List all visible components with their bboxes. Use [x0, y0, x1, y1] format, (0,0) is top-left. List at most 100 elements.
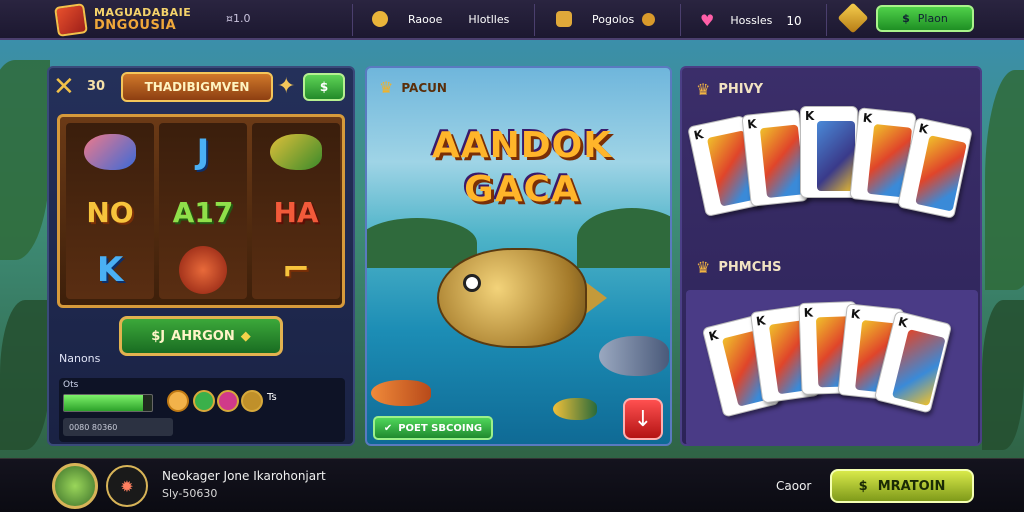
- divider: [826, 4, 827, 36]
- player-name: Neokager Jone Ikarohonjart: [162, 469, 326, 483]
- green-fish-icon: [270, 134, 322, 170]
- spin-prefix: $J: [151, 328, 166, 344]
- card-rank: K: [862, 110, 873, 126]
- trophy-icon: ♛: [696, 258, 711, 277]
- small-fish[interactable]: [553, 398, 597, 420]
- slot-symbol: K: [96, 250, 124, 290]
- play-button[interactable]: $ Plaon: [876, 5, 974, 32]
- fishing-header-label: PACUN: [401, 80, 447, 95]
- jungle-leaf-right: [985, 70, 1024, 290]
- play-button-label: Plaon: [917, 12, 948, 25]
- coin-icon-dollar[interactable]: [217, 390, 239, 412]
- balance-small: ¤1.0: [226, 12, 251, 25]
- card-rank: K: [850, 306, 861, 322]
- globe-avatar-icon[interactable]: [52, 463, 98, 509]
- coin-icon-gold[interactable]: [241, 390, 263, 412]
- trophy-icon: [556, 11, 572, 27]
- bonus-box: Ots Ts 0080 80360: [59, 378, 345, 442]
- slot-counter: 30: [87, 79, 106, 94]
- playing-card[interactable]: K: [800, 106, 858, 198]
- playing-card[interactable]: K: [741, 109, 809, 207]
- card-art: [915, 135, 967, 212]
- slot-symbol: ⌐: [281, 250, 311, 290]
- trophy-icon: ♛: [696, 80, 711, 99]
- jungle-leaf-bottom-left: [0, 300, 50, 450]
- menu-item-1-label: Raooe: [408, 12, 443, 26]
- slot-symbol: [252, 123, 340, 181]
- menu-item-2-label: Pogolos: [592, 12, 635, 26]
- trophy-icon: ♛: [379, 78, 394, 97]
- fishing-header: ♛ PACUN: [379, 78, 447, 97]
- slot-title-banner: THADIBIGMVEN: [121, 72, 273, 102]
- menu-item-2[interactable]: Pogolos: [556, 11, 656, 27]
- small-fish[interactable]: [371, 380, 431, 406]
- fishing-title: AANDOK GACA: [407, 124, 637, 212]
- game-logo-text: MAGUADABAIE DNGOUSIA: [94, 6, 191, 32]
- slot-reels: NO K J A17 HA ⌐: [57, 114, 345, 308]
- main-action-label: MRATOIN: [877, 478, 946, 494]
- logo-line-2: DNGOUSIA: [94, 18, 177, 33]
- red-fish-icon: [179, 246, 227, 294]
- fishing-title-line-1: AANDOK: [431, 125, 613, 166]
- slot-buy-button[interactable]: $: [303, 73, 345, 101]
- game-logo-icon: [54, 3, 88, 37]
- menu-item-3[interactable]: ♥ Hossles 10: [700, 11, 802, 30]
- menu-item-1[interactable]: Raooe Hlotlles: [372, 11, 509, 27]
- card-rank: K: [755, 313, 767, 329]
- divider: [680, 4, 681, 36]
- card-rank: K: [746, 116, 758, 132]
- slot-symbol: A17: [172, 195, 234, 229]
- jungle-leaf-bottom-right: [982, 300, 1024, 450]
- cards-hand-area: K K K K K: [686, 290, 978, 446]
- bonus-label: Ots: [63, 380, 79, 390]
- slot-symbol: [159, 241, 247, 299]
- spin-button[interactable]: $J AHRGON ◆: [119, 316, 283, 356]
- card-rank: K: [805, 109, 815, 123]
- bonus-progress-bar: [63, 394, 153, 412]
- cards-header-2-label: PHMCHS: [718, 260, 782, 275]
- cards-header-1-label: PHIVY: [718, 82, 764, 97]
- reel-3: HA ⌐: [252, 123, 340, 299]
- heart-icon: ♥: [700, 11, 715, 30]
- jungle-leaf-left: [0, 60, 50, 260]
- slot-symbol: [66, 123, 154, 181]
- main-action-button[interactable]: $ MRATOIN: [830, 469, 974, 503]
- coin-suffix: Ts: [267, 392, 277, 403]
- bonus-sub-label: 0080 80360: [63, 418, 173, 436]
- check-icon: ✔: [383, 422, 393, 434]
- spin-label: AHRGON: [171, 328, 235, 344]
- fishing-action-button[interactable]: ✔ POET SBCOING: [373, 416, 493, 440]
- slot-game-panel[interactable]: ✕ 30 THADIBIGMVEN ✦ $ NO K J A17 HA ⌐ $J…: [47, 66, 355, 446]
- menu-item-3-value: 10: [786, 13, 802, 28]
- menu-item-3-label: Hossles: [730, 14, 773, 27]
- card-art: [891, 329, 946, 407]
- bottom-label: Caoor: [776, 479, 812, 493]
- player-id: Sly-50630: [162, 487, 218, 500]
- slot-symbol: HA: [273, 195, 319, 229]
- player-avatar[interactable]: ✹: [106, 465, 148, 507]
- big-fish[interactable]: [437, 248, 587, 348]
- coin-bag-icon: [372, 11, 388, 27]
- card-art: [817, 121, 855, 191]
- arrow-down-icon: ↓: [633, 406, 653, 432]
- fish-icon: [84, 134, 136, 170]
- divider: [352, 4, 353, 36]
- fishing-game-panel[interactable]: ♛ PACUN AANDOK GACA ✔ POET SBCOING ↓: [365, 66, 672, 446]
- card-rank: K: [692, 126, 705, 143]
- fishing-down-button[interactable]: ↓: [623, 398, 663, 440]
- small-fish[interactable]: [599, 336, 669, 376]
- big-fish-eye: [463, 274, 481, 292]
- crossed-swords-icon: ✕: [53, 72, 75, 102]
- reel-2: J A17: [159, 123, 247, 299]
- divider: [534, 4, 535, 36]
- slot-symbol: NO: [86, 195, 134, 229]
- island-right: [577, 208, 670, 268]
- cards-game-panel[interactable]: ♛ PHIVY K K K K K ♛ PHMCHS K K K K K: [680, 66, 982, 446]
- card-rank: K: [707, 327, 720, 344]
- bottom-bar: ✹ Neokager Jone Ikarohonjart Sly-50630 C…: [0, 458, 1024, 512]
- coin-icon-green[interactable]: [193, 390, 215, 412]
- fishing-title-line-2: GACA: [464, 169, 580, 210]
- cards-header-2: ♛ PHMCHS: [696, 258, 781, 277]
- card-rank: K: [803, 305, 814, 320]
- clover-icon[interactable]: [167, 390, 189, 412]
